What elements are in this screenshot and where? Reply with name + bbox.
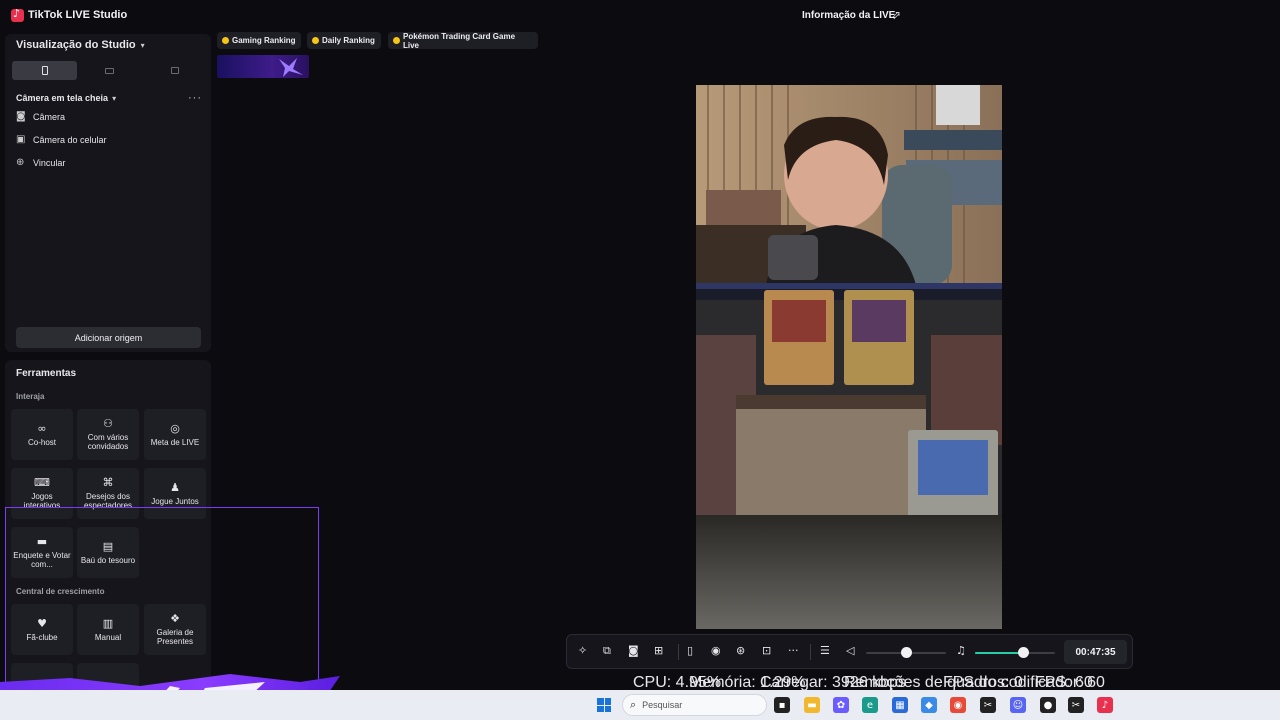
mic-slider-handle[interactable] xyxy=(1018,647,1029,658)
tool-label: Meta de LIVE xyxy=(150,437,200,447)
gift-icon: ⌘ xyxy=(102,476,114,489)
scene-row: Câmera em tela cheia ▾ ··· xyxy=(16,92,202,104)
store-icon[interactable]: ▦ xyxy=(892,697,908,713)
microphone-icon[interactable]: ♫ xyxy=(956,645,966,657)
phone-camera-icon: ▣ xyxy=(16,134,26,145)
edge-icon[interactable]: e xyxy=(862,697,878,713)
tiktok-logo-icon xyxy=(11,7,24,22)
portrait-mode-button[interactable] xyxy=(12,61,78,80)
tool-live-goal[interactable]: ◎ Meta de LIVE xyxy=(144,409,206,460)
camera-record-icon[interactable]: ⊡ xyxy=(762,645,771,657)
dual-screen-icon xyxy=(171,67,180,74)
orientation-switcher xyxy=(12,61,208,80)
studio-view-panel: Visualização do Studio ▾ Câmera em tela … xyxy=(5,34,211,352)
coin-icon xyxy=(222,37,229,44)
file-explorer-icon[interactable]: ▬ xyxy=(804,697,820,713)
pokemon-ranking-chip[interactable]: Pokémon Trading Card Game Live xyxy=(388,31,538,50)
landscape-icon xyxy=(105,67,115,74)
task-view-icon[interactable]: ▪ xyxy=(774,697,790,713)
more-options-icon[interactable]: ··· xyxy=(188,92,202,104)
record-icon[interactable]: ◉ xyxy=(711,645,721,657)
live-info-link[interactable]: Informação da LIVE xyxy=(802,10,895,21)
landscape-mode-button[interactable] xyxy=(77,61,142,80)
chevron-down-icon: ▾ xyxy=(140,40,145,50)
camera-feed-image xyxy=(696,85,1002,629)
users-icon: ⚇ xyxy=(103,417,113,430)
search-icon: ⌕ xyxy=(630,698,637,711)
magic-wand-icon[interactable]: ✧ xyxy=(578,645,587,657)
chip-label: Gaming Ranking xyxy=(232,36,296,45)
link-icon: ∞ xyxy=(37,421,47,435)
chip-label: Daily Ranking xyxy=(322,36,375,45)
discord-icon[interactable]: ☺ xyxy=(1010,697,1026,713)
gamepad-icon: ⌨ xyxy=(34,476,50,489)
gaming-ranking-chip[interactable]: Gaming Ranking xyxy=(217,32,301,49)
speaker-icon[interactable]: ◁ xyxy=(846,645,854,657)
tools-title: Ferramentas xyxy=(16,368,77,379)
more-icon[interactable]: ··· xyxy=(788,645,799,657)
daily-ranking-chip[interactable]: Daily Ranking xyxy=(307,32,381,49)
globe-icon: ⊕ xyxy=(16,157,25,168)
mic-slider-fill xyxy=(975,652,1023,654)
tool-label: Co-host xyxy=(27,437,56,447)
copilot-icon[interactable]: ✿ xyxy=(833,697,849,713)
portrait-icon xyxy=(41,66,48,75)
chevron-down-icon: ▾ xyxy=(112,93,117,103)
source-label: Câmera xyxy=(33,112,66,122)
volume-slider-handle[interactable] xyxy=(901,647,912,658)
live-preview[interactable] xyxy=(696,85,1002,629)
windows-start-icon[interactable] xyxy=(597,698,611,712)
windows-taskbar: ⌕ Pesquisar ▪ ▬ ✿ e ▦ ◆ ◉ ✂ ☺ ● ✂ ♪ xyxy=(0,690,1280,720)
tiktok-live-studio-icon[interactable]: ♪ xyxy=(1097,697,1113,713)
phone-icon[interactable]: ▯ xyxy=(687,645,693,657)
add-media-icon[interactable]: ⊞ xyxy=(654,645,663,657)
divider xyxy=(678,644,679,660)
tool-label: Com vários convidados xyxy=(87,433,129,451)
source-item-link[interactable]: ⊕ Vincular xyxy=(16,157,66,169)
source-item-phone-camera[interactable]: ▣ Câmera do celular xyxy=(16,134,107,146)
scene-switch-icon[interactable]: ⧉ xyxy=(603,645,611,657)
coin-icon xyxy=(393,37,400,44)
stream-controls-bar: ✧ ⧉ ◙ ⊞ ▯ ◉ ⊛ ⊡ ··· ☰ ◁ ♫ 00:47:35 xyxy=(566,634,1133,669)
chip-label: Pokémon Trading Card Game Live xyxy=(402,31,516,50)
app-icon[interactable]: ◆ xyxy=(921,697,937,713)
tool-label: Jogue Juntos xyxy=(151,496,199,506)
scene-title: Câmera em tela cheia xyxy=(16,93,109,103)
add-source-button[interactable]: Adicionar origem xyxy=(16,327,201,348)
source-label: Câmera do celular xyxy=(33,135,107,145)
camera-icon: ◙ xyxy=(16,111,26,122)
title-bar: TikTok LIVE Studio Informação da LIVE ⇗ xyxy=(0,0,1280,32)
player-icon: ♟ xyxy=(170,480,180,494)
search-placeholder: Pesquisar xyxy=(642,700,683,710)
screenshot-icon[interactable]: ◙ xyxy=(628,645,639,657)
target-icon: ◎ xyxy=(170,421,180,435)
tool-co-host[interactable]: ∞ Co-host xyxy=(11,409,73,460)
studio-view-title: Visualização do Studio xyxy=(16,39,136,51)
scene-dropdown[interactable]: Câmera em tela cheia ▾ xyxy=(16,93,116,103)
studio-view-dropdown[interactable]: Visualização do Studio ▾ xyxy=(16,39,145,51)
chrome-icon[interactable]: ◉ xyxy=(950,697,966,713)
dual-mode-button[interactable] xyxy=(143,61,208,80)
source-item-camera[interactable]: ◙ Câmera xyxy=(16,111,66,123)
source-label: Vincular xyxy=(33,158,66,168)
interact-heading: Interaja xyxy=(16,392,45,401)
coin-icon xyxy=(312,37,319,44)
effects-icon[interactable]: ⊛ xyxy=(736,645,745,657)
taskbar-search[interactable]: ⌕ Pesquisar xyxy=(622,694,767,716)
share-icon[interactable]: ⇗ xyxy=(891,8,901,22)
app-title: TikTok LIVE Studio xyxy=(28,9,128,21)
event-banner[interactable] xyxy=(217,55,309,78)
live-timer: 00:47:35 xyxy=(1064,640,1127,664)
event-banner-art xyxy=(279,58,303,77)
divider xyxy=(810,644,811,660)
settings-sliders-icon[interactable]: ☰ xyxy=(820,645,830,657)
overlay-selection-frame[interactable] xyxy=(5,507,319,690)
tool-multi-guest[interactable]: ⚇ Com vários convidados xyxy=(77,409,139,460)
capcut-icon[interactable]: ✂ xyxy=(980,697,996,713)
obs-icon[interactable]: ● xyxy=(1040,697,1056,713)
capcut-2-icon[interactable]: ✂ xyxy=(1068,697,1084,713)
